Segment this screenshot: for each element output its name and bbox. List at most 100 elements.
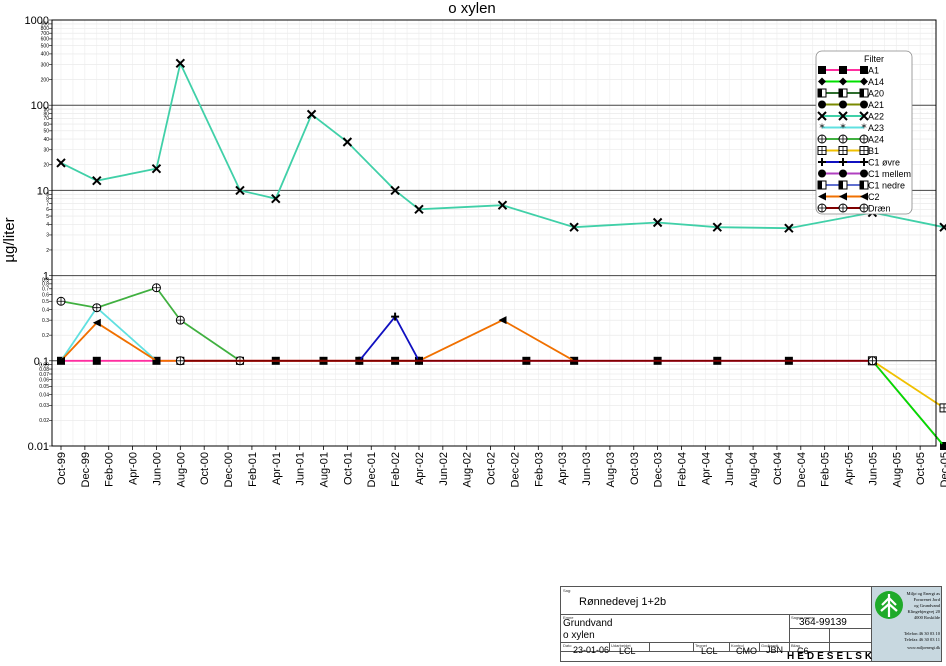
legend-marker	[839, 100, 847, 109]
sag-label: Sag:	[563, 588, 572, 593]
y-tick-label: 100	[31, 100, 49, 112]
y-tick-label: 30	[43, 148, 49, 154]
divider	[829, 642, 830, 651]
legend-marker	[839, 169, 847, 178]
plot-frame	[51, 19, 937, 447]
legend-marker-fill	[839, 181, 843, 189]
x-tick-label: Jun-01	[295, 452, 307, 486]
data-point	[92, 356, 101, 365]
x-tick-label: Apr-02	[414, 452, 426, 485]
divider	[561, 614, 871, 615]
address-line: 4000 Roskilde	[913, 615, 940, 620]
x-tick-label: Dec-04	[796, 452, 808, 487]
series-b1	[867, 356, 946, 413]
x-tick-label: Aug-02	[462, 452, 474, 487]
tegnet-value: LCL	[701, 646, 718, 656]
y-tick-label: 40	[43, 137, 49, 143]
y-tick-label: 0.5	[42, 299, 49, 305]
legend-label: A21	[868, 100, 884, 110]
x-tick-label: Dec-99	[80, 452, 92, 487]
legend-label: A22	[868, 112, 884, 122]
y-tick-label: 600	[41, 37, 50, 43]
company-website: www.miljoenergi.dk	[907, 645, 940, 650]
series-a14	[868, 356, 946, 450]
y-tick-label: 3	[46, 233, 49, 239]
x-tick-label: Aug-04	[748, 452, 760, 487]
kontrol-value: CMO	[736, 646, 757, 656]
y-tick-label: 0.2	[42, 333, 49, 339]
x-tick-label: Jun-03	[581, 452, 593, 486]
y-tick-label: 10	[37, 185, 49, 197]
legend-marker-fill	[860, 181, 864, 189]
x-tick-label: Feb-05	[820, 452, 832, 487]
x-tick-label: Jun-04	[724, 452, 736, 486]
legend-marker-fill	[818, 181, 822, 189]
y-tick-label: 0.06	[39, 378, 49, 384]
x-axis-ticks: Oct-99 Dec-99 Feb-00 Apr-00 Jun-00 Aug-00 Oct-…	[56, 446, 946, 487]
chart-area: 0.010.020.030.040.050.060.070.080.090.10…	[1, 0, 946, 487]
divider	[561, 642, 871, 643]
legend-marker	[860, 169, 868, 178]
series-line	[358, 315, 420, 362]
legend-label: A24	[868, 135, 884, 145]
y-tick-label: 20	[43, 163, 49, 169]
y-axis-label: µg/liter	[1, 217, 18, 262]
legend-label: B1	[868, 146, 879, 156]
x-tick-label: Jun-05	[867, 452, 879, 486]
legend-label: Dræn	[868, 204, 891, 214]
y-axis-ticks: 0.010.020.030.040.050.060.070.080.090.10…	[25, 15, 52, 453]
x-tick-label: Oct-04	[772, 452, 784, 485]
x-tick-label: Jun-00	[151, 452, 163, 486]
y-tick-label: 0.04	[39, 393, 49, 399]
legend-label: C1 øvre	[868, 158, 900, 168]
legend-label: C2	[868, 192, 880, 202]
title-block: Sag: Rønnedevej 1+2b Emne Grundvand o xy…	[560, 586, 942, 662]
divider	[759, 642, 760, 651]
y-tick-label: 0.05	[39, 384, 49, 390]
x-tick-label: Aug-00	[175, 452, 187, 487]
x-tick-label: Feb-00	[104, 452, 116, 487]
legend-marker: *	[861, 122, 867, 135]
series-c2	[57, 316, 579, 365]
y-tick-label: 1000	[25, 15, 49, 27]
legend-label: A20	[868, 89, 884, 99]
x-tick-label: Dec-03	[653, 452, 665, 487]
x-tick-label: Aug-03	[605, 452, 617, 487]
x-tick-label: Oct-01	[342, 452, 354, 485]
x-tick-label: Feb-01	[247, 452, 259, 487]
divider	[609, 642, 610, 651]
date-value: 23-01-06	[573, 645, 610, 655]
y-tick-label: 50	[43, 129, 49, 135]
y-tick-label: 200	[41, 77, 50, 83]
company-phone: Telefon 46 30 03 10 Telefax 46 30 03 11	[886, 631, 940, 643]
y-tick-label: 300	[41, 62, 50, 68]
divider	[789, 642, 790, 651]
grid-major	[52, 19, 936, 447]
udarbejdet-value: LCL	[619, 646, 636, 656]
x-tick-label: Jun-02	[438, 452, 450, 486]
legend-title: Filter	[864, 54, 884, 64]
x-tick-label: Dec-00	[223, 452, 235, 487]
emne-line2: o xylen	[563, 630, 595, 641]
legend-marker: *	[840, 122, 846, 135]
y-tick-label: 2	[46, 248, 49, 254]
company-address: Miljø og Energi as Forurenet Jord og Grund…	[896, 591, 940, 621]
x-tick-label: Aug-05	[891, 452, 903, 487]
legend-marker	[818, 169, 826, 178]
y-tick-label: 0.3	[42, 318, 49, 324]
legend-marker	[839, 66, 847, 74]
divider	[693, 642, 694, 651]
x-tick-label: Oct-03	[629, 452, 641, 485]
x-tick-label: Apr-03	[557, 452, 569, 485]
x-tick-label: Apr-04	[700, 452, 712, 485]
company-panel: Miljø og Energi as Forurenet Jord og Grund…	[872, 587, 941, 661]
sag-value: Rønnedevej 1+2b	[579, 596, 667, 608]
series-line	[60, 286, 241, 362]
divider	[829, 628, 830, 642]
legend-marker-fill	[818, 89, 822, 97]
x-tick-label: Dec-01	[366, 452, 378, 487]
legend-marker	[818, 100, 826, 109]
y-tick-label: 1	[43, 271, 49, 283]
y-tick-label: 0.03	[39, 403, 49, 409]
y-tick-label: 400	[41, 52, 50, 58]
